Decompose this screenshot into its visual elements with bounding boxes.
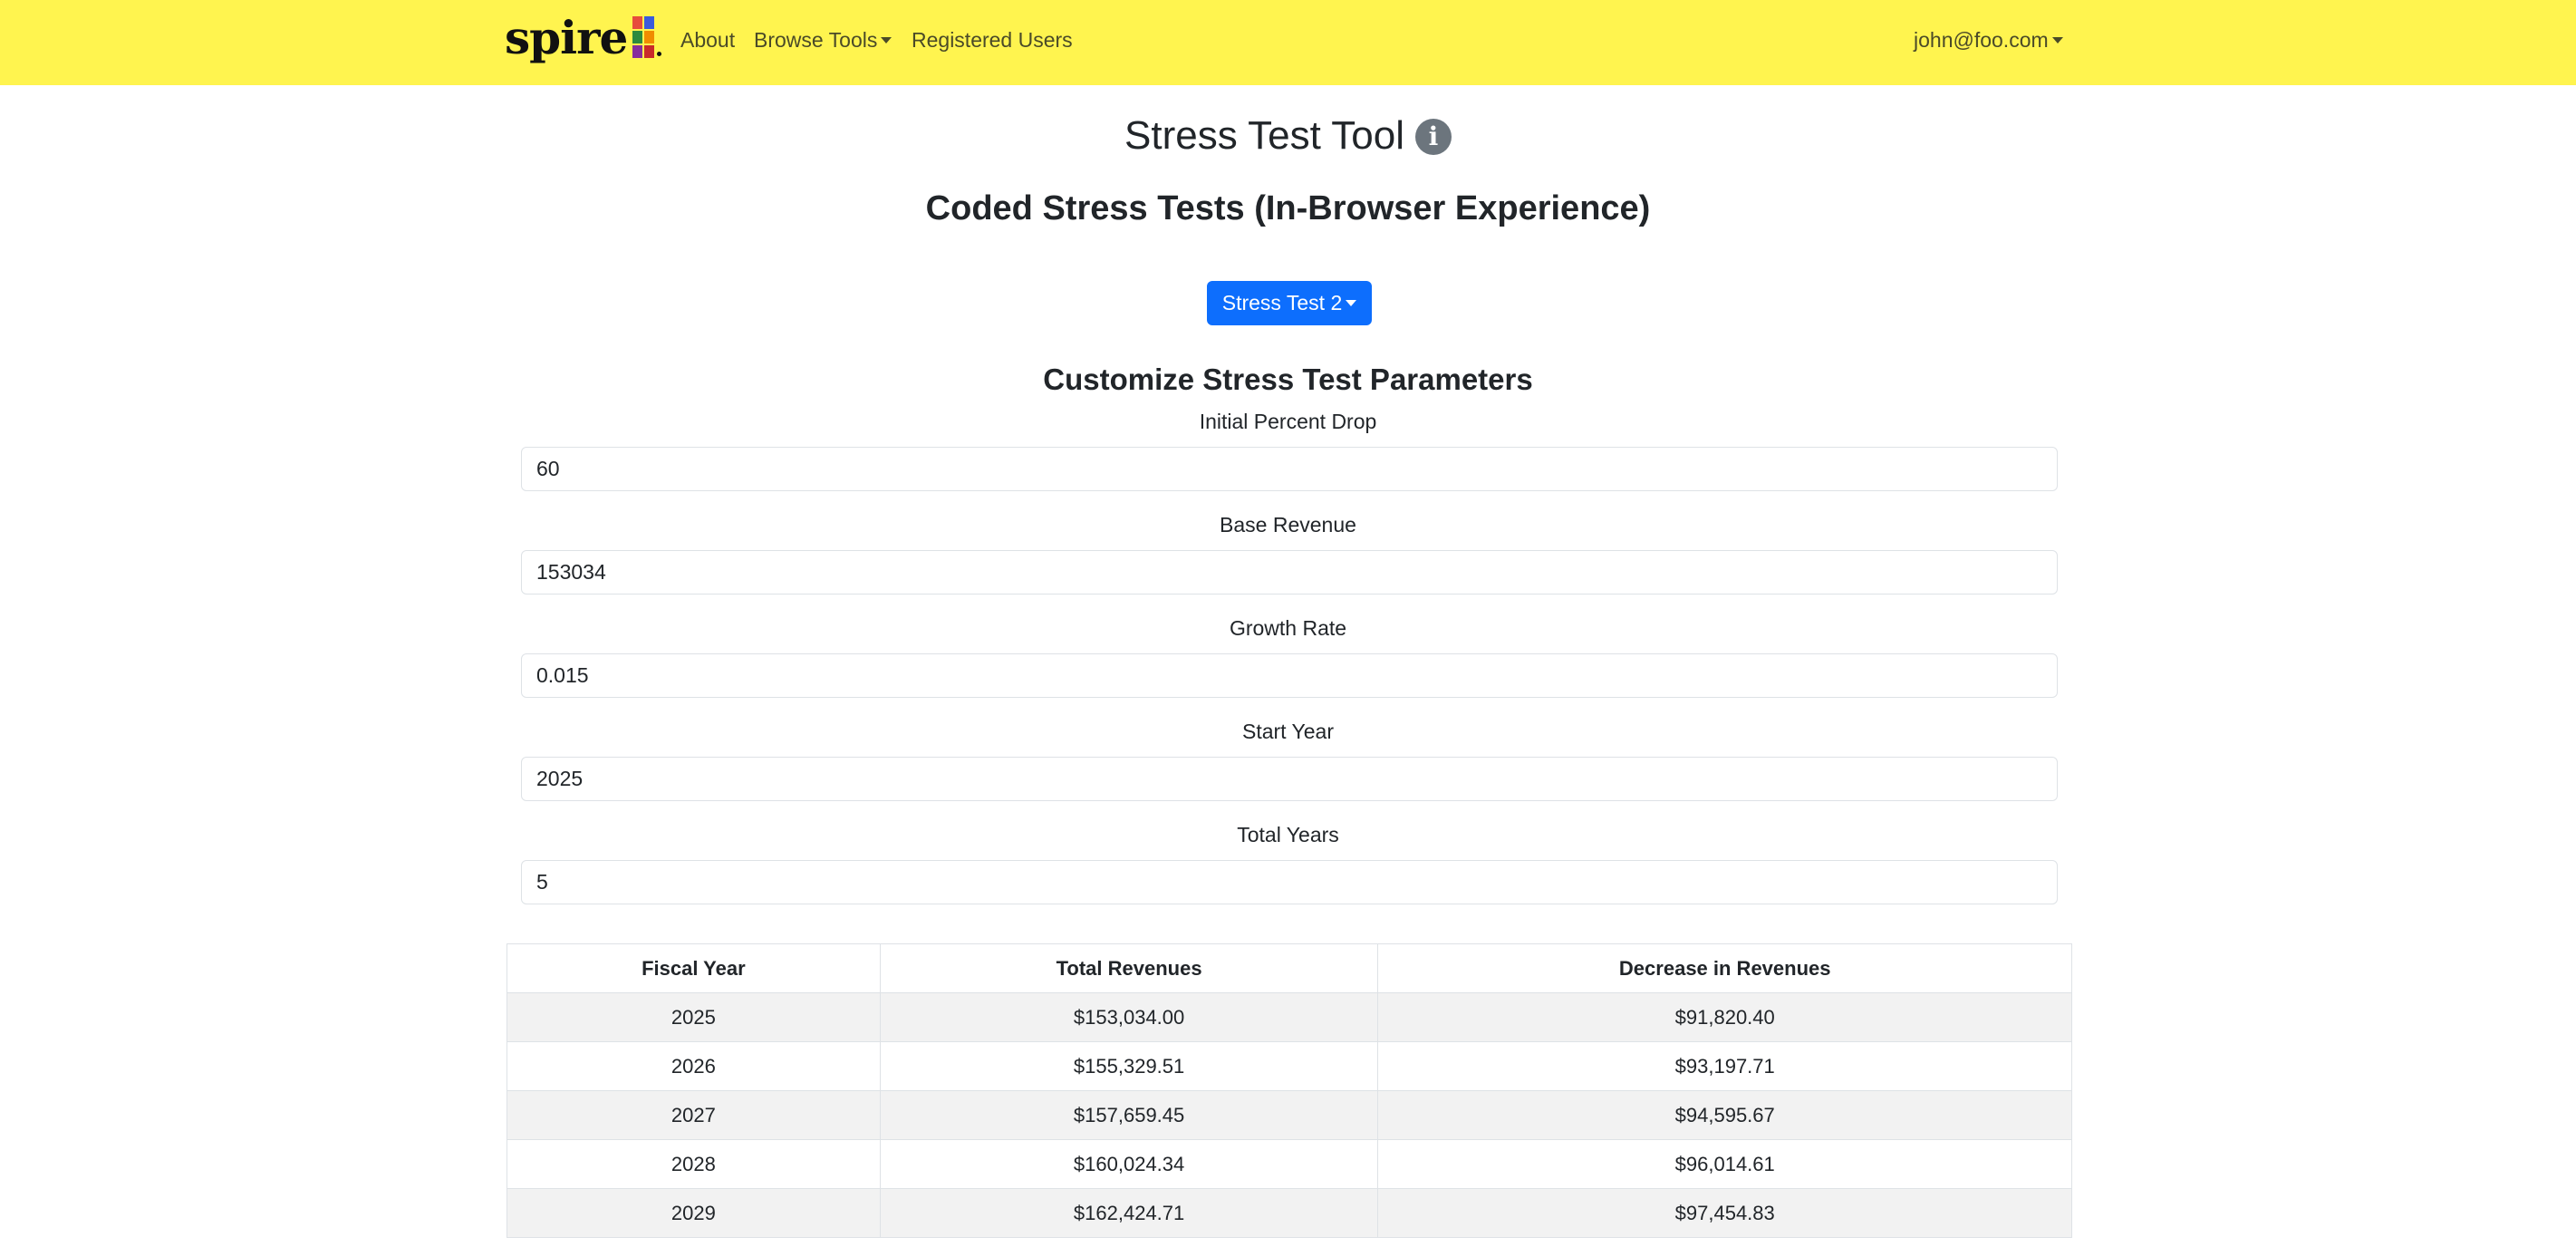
cell-total-revenues: $162,424.71 xyxy=(879,1188,1379,1238)
spire-logo[interactable]: spire xyxy=(505,11,662,65)
table-row: 2025 $153,034.00 $91,820.40 xyxy=(507,992,2072,1042)
cell-total-revenues: $157,659.45 xyxy=(879,1090,1379,1140)
cell-total-revenues: $155,329.51 xyxy=(879,1041,1379,1091)
nav-browse-tools-dropdown[interactable]: Browse Tools xyxy=(754,27,892,53)
user-email: john@foo.com xyxy=(1914,28,2049,52)
caret-down-icon xyxy=(881,37,892,44)
stress-test-select-button[interactable]: Stress Test 2 xyxy=(1207,281,1372,325)
base-revenue-label: Base Revenue xyxy=(1220,513,1356,536)
cell-decrease-in-revenues: $94,595.67 xyxy=(1377,1090,2072,1140)
start-year-label: Start Year xyxy=(1241,720,1335,743)
total-years-input[interactable] xyxy=(521,860,2058,904)
page-title: Stress Test Tool i xyxy=(0,111,2576,161)
nav-about-link[interactable]: About xyxy=(680,27,735,53)
cell-fiscal-year: 2028 xyxy=(507,1139,881,1189)
caret-down-icon xyxy=(2051,37,2063,44)
logo-dot-icon xyxy=(657,52,662,56)
cell-fiscal-year: 2026 xyxy=(507,1041,881,1091)
table-row: 2026 $155,329.51 $93,197.71 xyxy=(507,1041,2072,1091)
cell-fiscal-year: 2029 xyxy=(507,1188,881,1238)
cell-decrease-in-revenues: $97,454.83 xyxy=(1377,1188,2072,1238)
section-title: Customize Stress Test Parameters xyxy=(1043,362,1533,396)
cell-decrease-in-revenues: $93,197.71 xyxy=(1377,1041,2072,1091)
nav-registered-users-link[interactable]: Registered Users xyxy=(912,27,1073,53)
logo-text: spire xyxy=(505,11,628,64)
initial-percent-drop-input[interactable] xyxy=(521,447,2058,491)
table-row: 2029 $162,424.71 $97,454.83 xyxy=(507,1188,2072,1238)
growth-rate-input[interactable] xyxy=(521,653,2058,698)
growth-rate-label: Growth Rate xyxy=(1229,616,1347,640)
table-header-row: Fiscal Year Total Revenues Decrease in R… xyxy=(507,943,2072,993)
cell-total-revenues: $153,034.00 xyxy=(879,992,1379,1042)
initial-percent-drop-label: Initial Percent Drop xyxy=(1199,410,1377,433)
user-menu-dropdown[interactable]: john@foo.com xyxy=(1914,27,2063,53)
page-title-text: Stress Test Tool xyxy=(1124,113,1404,158)
table-row: 2028 $160,024.34 $96,014.61 xyxy=(507,1139,2072,1189)
info-icon[interactable]: i xyxy=(1414,119,1452,155)
total-years-label: Total Years xyxy=(1237,823,1339,846)
cell-fiscal-year: 2027 xyxy=(507,1090,881,1140)
start-year-input[interactable] xyxy=(521,757,2058,801)
cell-decrease-in-revenues: $91,820.40 xyxy=(1377,992,2072,1042)
header-fiscal-year: Fiscal Year xyxy=(507,943,881,993)
logo-mark-icon xyxy=(632,16,655,58)
table-row: 2027 $157,659.45 $94,595.67 xyxy=(507,1090,2072,1140)
cell-total-revenues: $160,024.34 xyxy=(879,1139,1379,1189)
caret-down-icon xyxy=(1346,300,1357,306)
results-table: Fiscal Year Total Revenues Decrease in R… xyxy=(507,943,2072,1238)
base-revenue-input[interactable] xyxy=(521,550,2058,594)
cell-decrease-in-revenues: $96,014.61 xyxy=(1377,1139,2072,1189)
top-navbar: spire About Browse Tools Registered User… xyxy=(0,0,2576,85)
nav-browse-tools-label: Browse Tools xyxy=(754,28,878,52)
header-total-revenues: Total Revenues xyxy=(879,943,1379,993)
cell-fiscal-year: 2025 xyxy=(507,992,881,1042)
stress-test-select-label: Stress Test 2 xyxy=(1221,291,1343,314)
header-decrease-in-revenues: Decrease in Revenues xyxy=(1377,943,2072,993)
page-subtitle: Coded Stress Tests (In-Browser Experienc… xyxy=(925,189,1651,227)
